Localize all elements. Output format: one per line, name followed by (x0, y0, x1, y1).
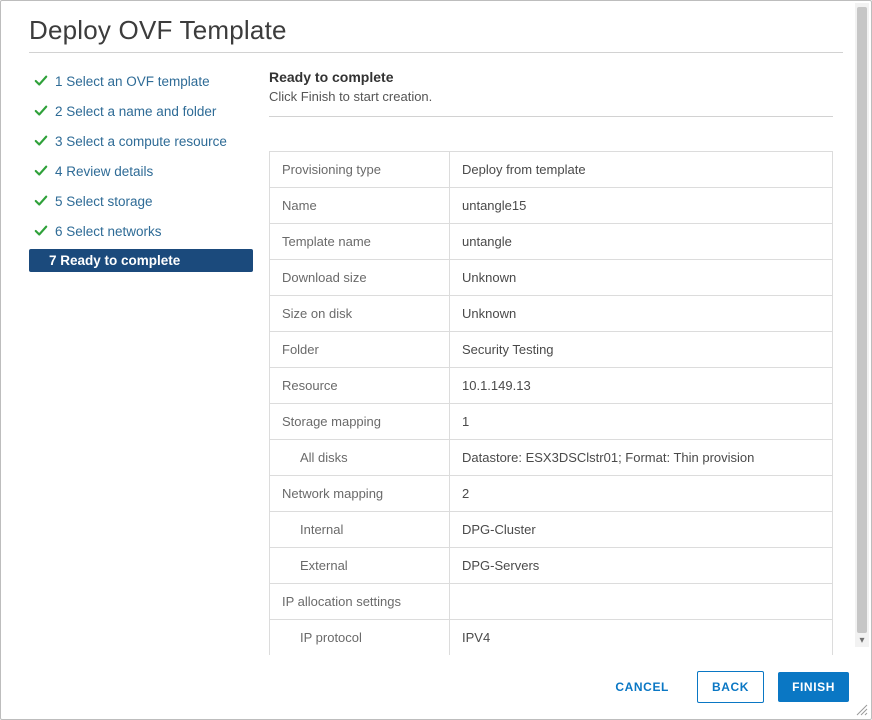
summary-table: Provisioning typeDeploy from templateNam… (269, 151, 833, 655)
table-row: Download sizeUnknown (270, 260, 833, 296)
wizard-step-label: 4 Review details (55, 164, 153, 179)
summary-value: IPV4 (450, 620, 833, 656)
back-button[interactable]: BACK (697, 671, 764, 703)
dialog-scrollbar[interactable]: ▾ (855, 3, 869, 647)
dialog-footer: CANCEL BACK FINISH (1, 655, 871, 719)
summary-key: Provisioning type (270, 152, 450, 188)
table-row: Size on diskUnknown (270, 296, 833, 332)
table-row: Storage mapping1 (270, 404, 833, 440)
summary-key: All disks (270, 440, 450, 476)
wizard-steps: 1 Select an OVF template 2 Select a name … (29, 69, 259, 655)
summary-key: Network mapping (270, 476, 450, 512)
table-row: Provisioning typeDeploy from template (270, 152, 833, 188)
table-row: ExternalDPG-Servers (270, 548, 833, 584)
deploy-ovf-dialog: Deploy OVF Template 1 Select an OVF temp… (0, 0, 872, 720)
columns: 1 Select an OVF template 2 Select a name … (29, 69, 843, 655)
table-row: All disksDatastore: ESX3DSClstr01; Forma… (270, 440, 833, 476)
wizard-step-6[interactable]: 6 Select networks (29, 219, 253, 243)
wizard-step-5[interactable]: 5 Select storage (29, 189, 253, 213)
summary-key: Name (270, 188, 450, 224)
summary-scroll[interactable]: Provisioning typeDeploy from templateNam… (269, 151, 833, 655)
wizard-step-label: 6 Select networks (55, 224, 162, 239)
check-icon (33, 103, 49, 119)
summary-value: 10.1.149.13 (450, 368, 833, 404)
summary-key: Template name (270, 224, 450, 260)
check-icon (33, 73, 49, 89)
cancel-button[interactable]: CANCEL (601, 672, 683, 702)
summary-value (450, 584, 833, 620)
summary-key: IP allocation settings (270, 584, 450, 620)
table-row: Template nameuntangle (270, 224, 833, 260)
wizard-step-label: 3 Select a compute resource (55, 134, 227, 149)
resize-grip-icon[interactable] (856, 704, 868, 716)
summary-key: External (270, 548, 450, 584)
summary-key: Internal (270, 512, 450, 548)
dialog-title: Deploy OVF Template (29, 15, 843, 46)
summary-value: Security Testing (450, 332, 833, 368)
summary-key: Download size (270, 260, 450, 296)
wizard-step-3[interactable]: 3 Select a compute resource (29, 129, 253, 153)
wizard-step-4[interactable]: 4 Review details (29, 159, 253, 183)
wizard-step-label: 2 Select a name and folder (55, 104, 216, 119)
table-row: Resource10.1.149.13 (270, 368, 833, 404)
wizard-step-2[interactable]: 2 Select a name and folder (29, 99, 253, 123)
table-row: InternalDPG-Cluster (270, 512, 833, 548)
step-content: Ready to complete Click Finish to start … (259, 69, 843, 655)
check-icon (33, 193, 49, 209)
summary-value: Unknown (450, 296, 833, 332)
scrollbar-thumb[interactable] (857, 7, 867, 633)
check-icon (33, 163, 49, 179)
summary-key: Size on disk (270, 296, 450, 332)
dialog-body: Deploy OVF Template 1 Select an OVF temp… (1, 1, 871, 655)
wizard-step-1[interactable]: 1 Select an OVF template (29, 69, 253, 93)
summary-value: DPG-Servers (450, 548, 833, 584)
content-subtext: Click Finish to start creation. (269, 89, 833, 104)
wizard-step-label: 1 Select an OVF template (55, 74, 210, 89)
check-icon (33, 133, 49, 149)
scrollbar-down-arrow[interactable]: ▾ (855, 634, 869, 646)
summary-value: untangle15 (450, 188, 833, 224)
wizard-step-label: 5 Select storage (55, 194, 153, 209)
table-row: FolderSecurity Testing (270, 332, 833, 368)
wizard-step-7: 7 Ready to complete (29, 249, 253, 272)
check-icon (33, 223, 49, 239)
summary-value: Datastore: ESX3DSClstr01; Format: Thin p… (450, 440, 833, 476)
table-row: IP protocolIPV4 (270, 620, 833, 656)
wizard-step-label: 7 Ready to complete (49, 253, 180, 268)
title-divider (29, 52, 843, 53)
summary-key: Resource (270, 368, 450, 404)
table-row: Network mapping2 (270, 476, 833, 512)
content-divider (269, 116, 833, 117)
summary-value: Deploy from template (450, 152, 833, 188)
summary-value: untangle (450, 224, 833, 260)
summary-value: 1 (450, 404, 833, 440)
summary-key: Folder (270, 332, 450, 368)
finish-button[interactable]: FINISH (778, 672, 849, 702)
summary-value: Unknown (450, 260, 833, 296)
summary-value: 2 (450, 476, 833, 512)
summary-key: Storage mapping (270, 404, 450, 440)
table-row: IP allocation settings (270, 584, 833, 620)
summary-key: IP protocol (270, 620, 450, 656)
summary-value: DPG-Cluster (450, 512, 833, 548)
table-row: Nameuntangle15 (270, 188, 833, 224)
content-heading: Ready to complete (269, 69, 833, 85)
